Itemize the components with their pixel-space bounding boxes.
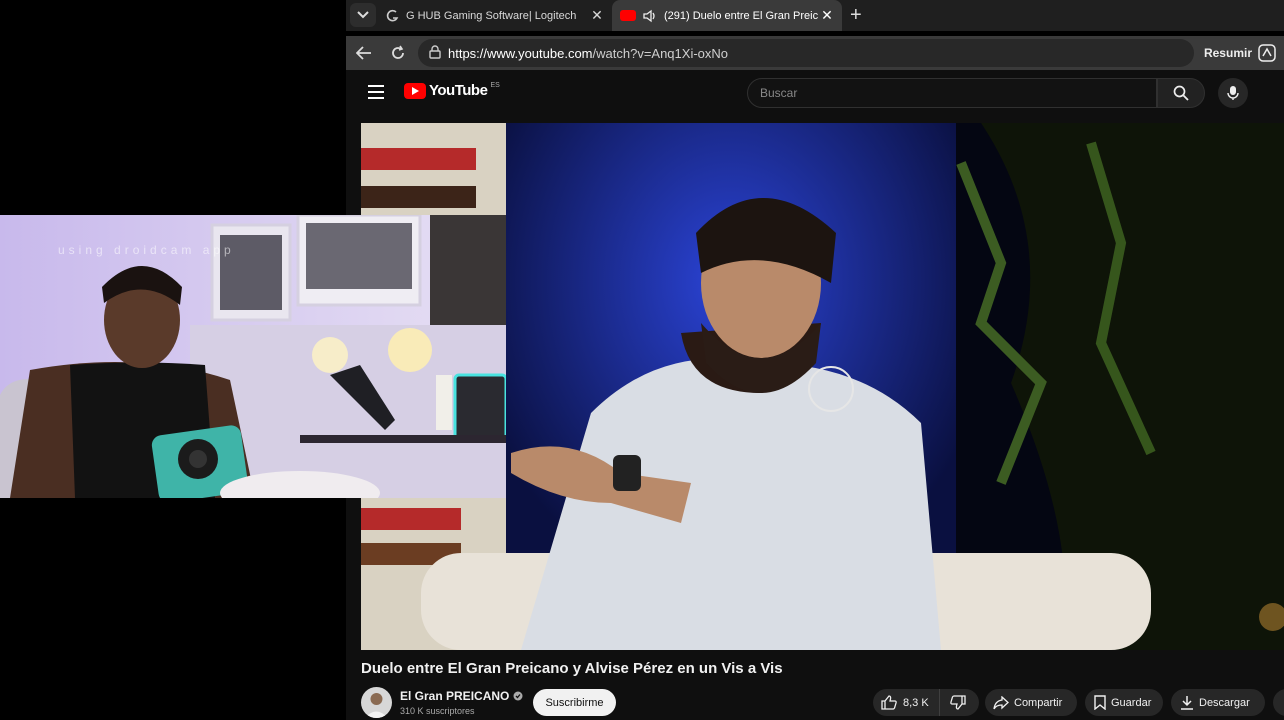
new-tab-plus-icon[interactable]: + bbox=[850, 4, 862, 27]
channel-row: El Gran PREICANO 310 K suscriptores Susc… bbox=[361, 687, 1284, 720]
like-button[interactable]: 8,3 K bbox=[873, 689, 940, 716]
like-dislike-group: 8,3 K bbox=[873, 689, 979, 716]
share-button[interactable]: Compartir bbox=[985, 689, 1077, 716]
dislike-button[interactable] bbox=[940, 695, 976, 710]
tab-ghub[interactable]: G HUB Gaming Software| Logitech ✕ bbox=[386, 0, 612, 31]
webcam-watermark: using droidcam app bbox=[58, 243, 235, 257]
reload-icon[interactable] bbox=[388, 43, 408, 63]
youtube-play-icon bbox=[404, 82, 426, 99]
search-button[interactable] bbox=[1157, 78, 1205, 108]
url-host: https://www.youtube.com bbox=[448, 45, 593, 61]
save-button[interactable]: Guardar bbox=[1085, 689, 1163, 716]
audio-playing-icon[interactable] bbox=[642, 9, 658, 23]
browser-tab-bar: G HUB Gaming Software| Logitech ✕ (291) … bbox=[346, 0, 1284, 31]
download-label: Descargar bbox=[1199, 696, 1250, 709]
like-count: 8,3 K bbox=[903, 696, 929, 709]
share-label: Compartir bbox=[1014, 696, 1063, 709]
region-code: ES bbox=[490, 82, 500, 89]
youtube-favicon-icon bbox=[620, 10, 636, 21]
webcam-overlay: using droidcam app bbox=[0, 215, 506, 498]
youtube-wordmark: YouTube bbox=[429, 82, 488, 99]
tab-search-button[interactable] bbox=[350, 3, 376, 27]
summarize-label: Resumir bbox=[1203, 46, 1252, 60]
thumbs-down-icon bbox=[949, 695, 966, 710]
verified-check-icon bbox=[513, 691, 523, 701]
tab-label: (291) Duelo entre El Gran Preicano bbox=[664, 9, 818, 22]
webcam-feed bbox=[0, 215, 506, 498]
summarize-button[interactable]: Resumir bbox=[1204, 44, 1276, 62]
menu-icon[interactable] bbox=[368, 85, 384, 99]
channel-name: El Gran PREICANO bbox=[400, 689, 510, 703]
download-button[interactable]: Descargar bbox=[1171, 689, 1265, 716]
address-toolbar: https://www.youtube.com/watch?v=Anq1Xi-o… bbox=[346, 36, 1284, 70]
search-input[interactable]: Buscar bbox=[747, 78, 1157, 108]
tab-youtube[interactable]: (291) Duelo entre El Gran Preicano ✕ bbox=[612, 0, 842, 31]
youtube-logo[interactable]: YouTube ES bbox=[404, 82, 500, 99]
search-placeholder: Buscar bbox=[760, 86, 798, 100]
chevron-down-icon bbox=[357, 11, 369, 19]
channel-name-link[interactable]: El Gran PREICANO bbox=[400, 689, 523, 703]
youtube-header: YouTube ES Buscar bbox=[346, 70, 1284, 116]
search-icon bbox=[1173, 85, 1189, 101]
site-info-icon[interactable] bbox=[428, 45, 442, 59]
save-label: Guardar bbox=[1111, 696, 1152, 709]
subscriber-count: 310 K suscriptores bbox=[400, 706, 475, 716]
bookmark-icon bbox=[1094, 695, 1106, 710]
desktop: G HUB Gaming Software| Logitech ✕ (291) … bbox=[0, 0, 1284, 720]
microphone-icon bbox=[1227, 86, 1239, 100]
tab-label: G HUB Gaming Software| Logitech bbox=[406, 9, 577, 22]
close-tab-icon[interactable]: ✕ bbox=[588, 7, 606, 24]
more-actions-button[interactable] bbox=[1273, 689, 1284, 716]
url-path: /watch?v=Anq1Xi-oxNo bbox=[592, 45, 729, 61]
video-title: Duelo entre El Gran Preicano y Alvise Pé… bbox=[361, 660, 783, 677]
summarize-icon bbox=[1258, 44, 1276, 62]
subscribe-button[interactable]: Suscribirme bbox=[533, 689, 616, 716]
close-tab-icon[interactable]: ✕ bbox=[818, 7, 836, 24]
ghub-favicon-icon bbox=[386, 9, 399, 21]
back-arrow-icon[interactable] bbox=[354, 43, 374, 63]
voice-search-button[interactable] bbox=[1218, 78, 1248, 108]
download-icon bbox=[1181, 696, 1193, 710]
url-bar[interactable]: https://www.youtube.com/watch?v=Anq1Xi-o… bbox=[418, 39, 1194, 67]
thumbs-up-icon bbox=[881, 695, 897, 710]
channel-avatar[interactable] bbox=[361, 687, 392, 718]
share-icon bbox=[993, 695, 1009, 709]
